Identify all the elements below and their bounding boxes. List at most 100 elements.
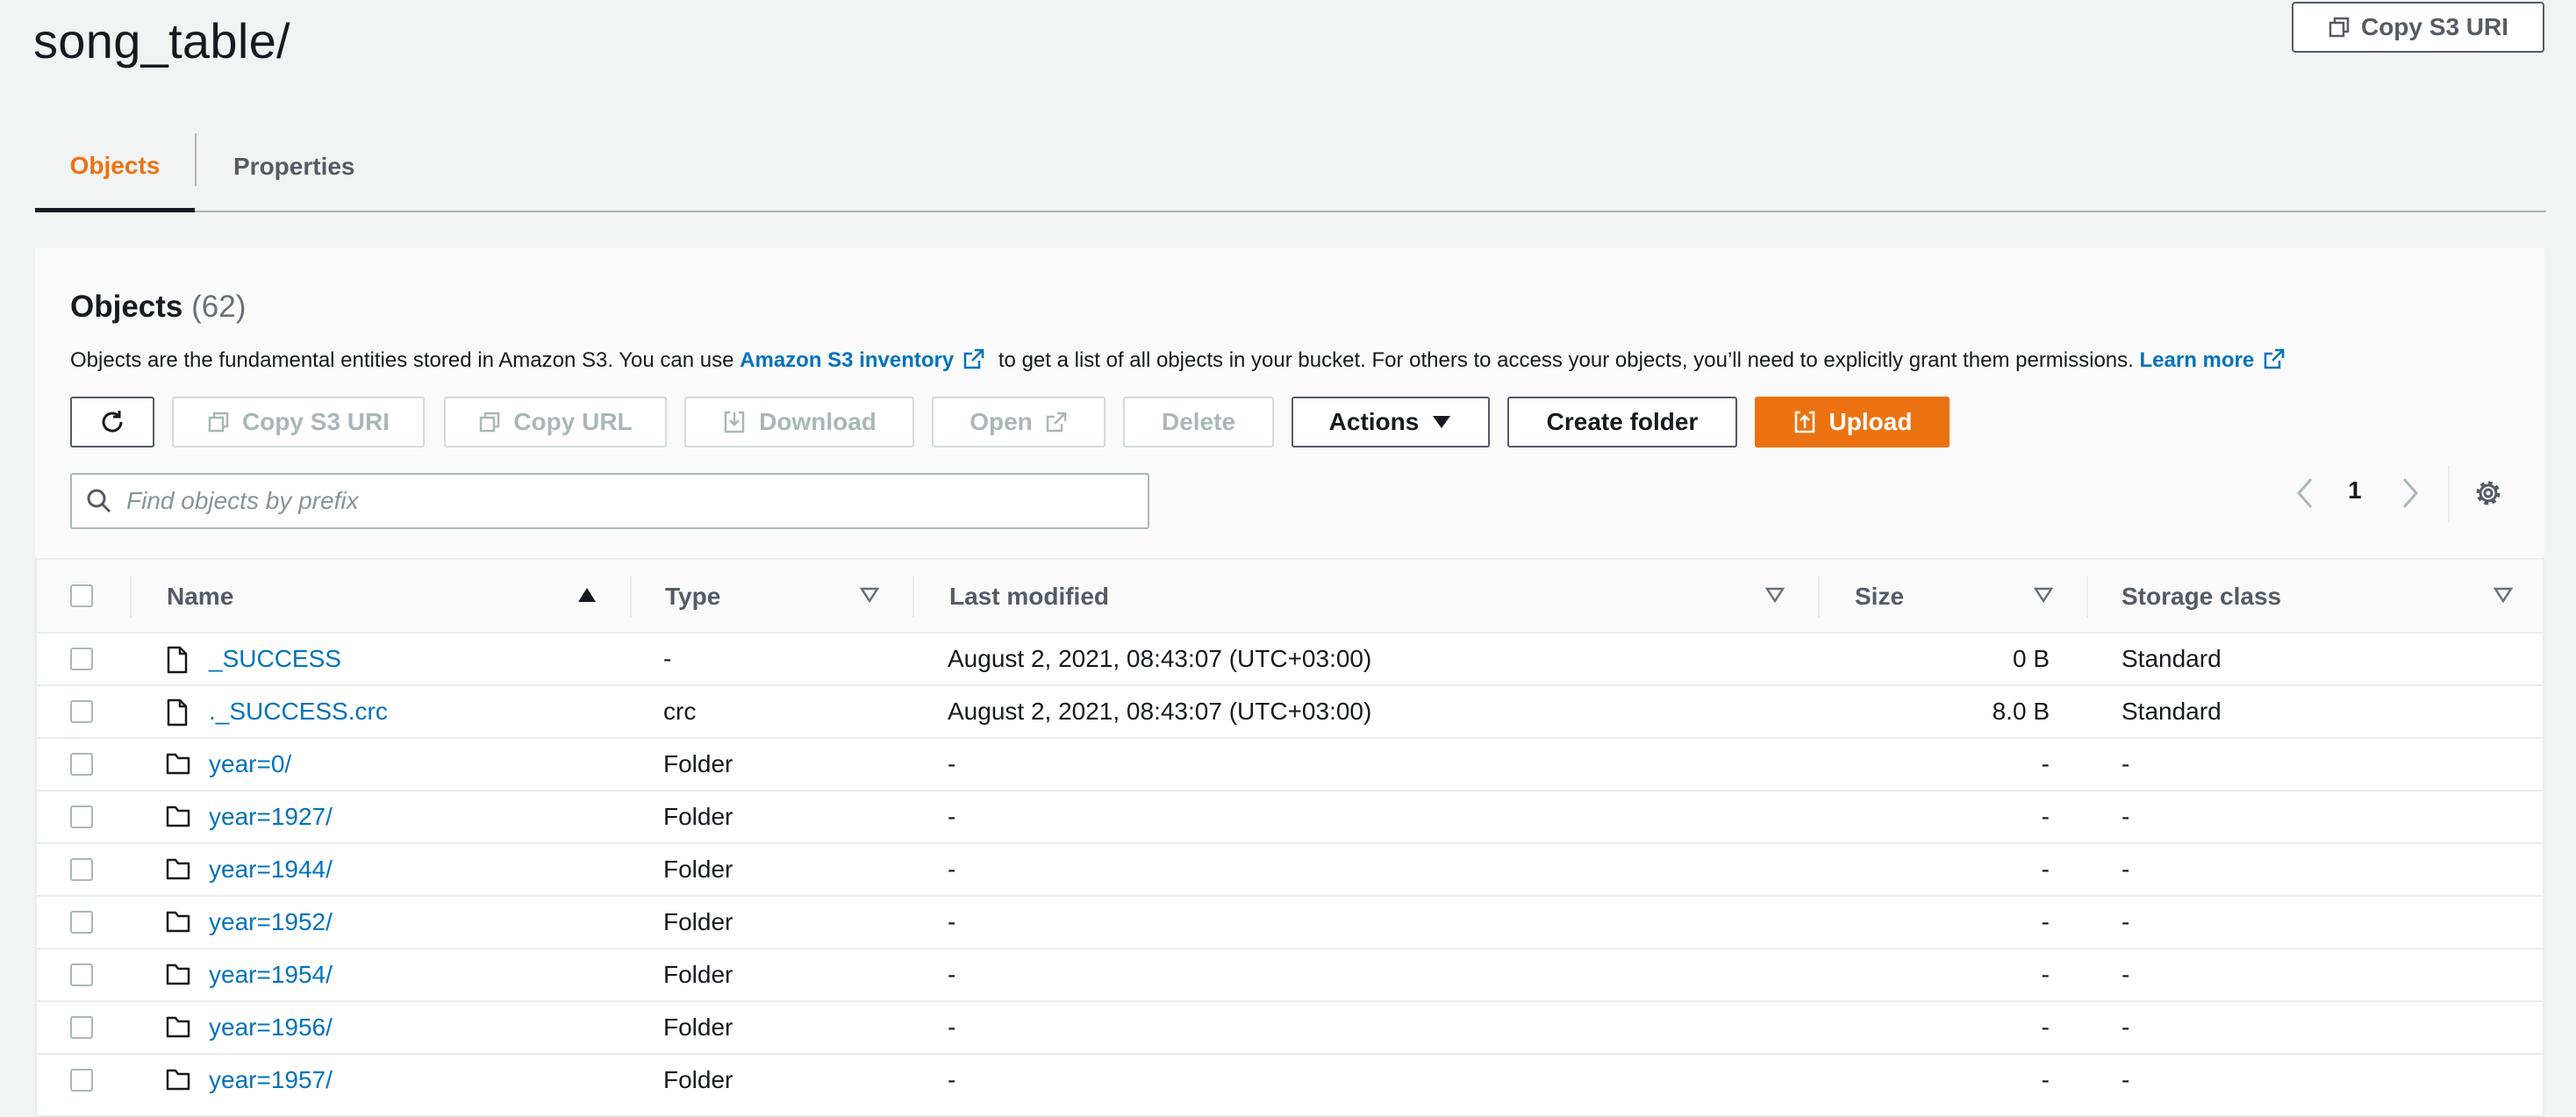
tab-properties-label: Properties — [233, 153, 355, 180]
search-input[interactable] — [125, 486, 1093, 516]
download-button[interactable]: Download — [684, 397, 914, 448]
column-header-storage-class[interactable]: Storage class — [2122, 560, 2281, 634]
delete-button[interactable]: Delete — [1123, 397, 1274, 448]
open-button[interactable]: Open — [932, 397, 1106, 448]
row-checkbox[interactable] — [70, 963, 93, 986]
object-size: - — [2041, 856, 2050, 883]
object-name-link[interactable]: year=1927/ — [209, 791, 333, 842]
object-last-modified: - — [948, 750, 956, 777]
chevron-right-icon[interactable] — [2395, 476, 2425, 511]
object-size: - — [2041, 908, 2050, 935]
row-checkbox[interactable] — [70, 806, 93, 828]
gear-icon[interactable] — [2472, 477, 2504, 509]
select-all-checkbox[interactable] — [70, 584, 93, 607]
table-row[interactable]: year=1957/ Folder - - - — [37, 1055, 2543, 1107]
object-last-modified: August 2, 2021, 08:43:07 (UTC+03:00) — [948, 645, 1372, 672]
object-storage-class: - — [2122, 750, 2130, 777]
table-row[interactable]: year=1956/ Folder - - - — [37, 1002, 2543, 1055]
folder-icon — [166, 1016, 190, 1038]
row-checkbox[interactable] — [70, 753, 93, 776]
upload-label: Upload — [1828, 408, 1913, 435]
object-type: Folder — [663, 1013, 733, 1041]
object-storage-class: - — [2122, 856, 2130, 883]
upload-button[interactable]: Upload — [1755, 397, 1950, 448]
file-icon — [167, 646, 188, 674]
object-name-link[interactable]: _SUCCESS — [209, 634, 341, 684]
object-storage-class: Standard — [2122, 698, 2222, 725]
row-checkbox[interactable] — [70, 648, 93, 670]
page-number[interactable]: 1 — [2348, 476, 2362, 505]
sort-ascending-icon[interactable] — [577, 586, 597, 604]
objects-heading: Objects (62) — [70, 290, 246, 325]
sort-icon[interactable] — [860, 586, 879, 604]
row-checkbox[interactable] — [70, 1016, 93, 1039]
folder-icon — [166, 963, 190, 985]
object-type: Folder — [663, 803, 733, 830]
object-type: Folder — [663, 961, 733, 988]
refresh-icon — [102, 411, 123, 433]
refresh-button[interactable] — [70, 397, 154, 448]
object-size: - — [2041, 750, 2050, 777]
object-storage-class: - — [2122, 908, 2130, 935]
chevron-left-icon[interactable] — [2290, 476, 2320, 511]
objects-heading-label: Objects — [70, 290, 183, 324]
row-checkbox[interactable] — [70, 1069, 93, 1092]
object-name-link[interactable]: year=1956/ — [209, 1002, 333, 1053]
object-name-link[interactable]: year=1954/ — [209, 949, 333, 1000]
description-text-2: to get a list of all objects in your buc… — [992, 348, 2140, 372]
tab-divider — [195, 133, 197, 186]
column-type-label: Type — [665, 583, 721, 610]
object-storage-class: - — [2122, 961, 2130, 988]
search-icon — [87, 489, 111, 513]
delete-label: Delete — [1161, 408, 1236, 435]
external-link-icon — [1046, 412, 1067, 433]
copy-s3-uri-label: Copy S3 URI — [241, 408, 390, 435]
column-header-last-modified[interactable]: Last modified — [949, 560, 1109, 634]
table-row[interactable]: year=1927/ Folder - - - — [37, 791, 2543, 844]
open-label: Open — [970, 408, 1033, 435]
object-name-link[interactable]: year=1944/ — [209, 844, 333, 895]
objects-count: (62) — [191, 290, 247, 324]
sort-icon[interactable] — [2494, 586, 2513, 604]
actions-dropdown[interactable]: Actions — [1292, 397, 1490, 448]
object-size: - — [2041, 1013, 2050, 1041]
s3-inventory-link[interactable]: Amazon S3 inventory — [740, 348, 954, 372]
table-row[interactable]: year=1954/ Folder - - - — [37, 949, 2543, 1002]
object-type: Folder — [663, 908, 733, 935]
object-name-link[interactable]: year=1952/ — [209, 897, 333, 948]
column-header-size[interactable]: Size — [1855, 560, 1904, 634]
copy-s3-uri-header-button[interactable]: Copy S3 URI — [2292, 2, 2544, 53]
table-row[interactable]: year=1952/ Folder - - - — [37, 897, 2543, 949]
object-last-modified: - — [948, 1013, 956, 1041]
tab-objects[interactable]: Objects — [35, 123, 195, 212]
object-storage-class: - — [2122, 1066, 2130, 1093]
description-text-1: Objects are the fundamental entities sto… — [70, 348, 741, 372]
row-checkbox[interactable] — [70, 911, 93, 934]
column-header-name[interactable]: Name — [167, 560, 233, 634]
object-last-modified: - — [948, 961, 956, 988]
table-row[interactable]: _SUCCESS - August 2, 2021, 08:43:07 (UTC… — [37, 634, 2543, 686]
copy-url-button[interactable]: Copy URL — [444, 397, 667, 448]
folder-icon — [166, 858, 190, 880]
tab-bar: Objects Properties — [35, 123, 2546, 212]
table-row[interactable]: year=1944/ Folder - - - — [37, 844, 2543, 897]
table-row[interactable]: year=0/ Folder - - - — [37, 739, 2543, 791]
column-last-modified-label: Last modified — [949, 583, 1110, 610]
object-name-link[interactable]: ._SUCCESS.crc — [209, 686, 388, 737]
object-name-link[interactable]: year=0/ — [209, 739, 291, 790]
object-last-modified: - — [948, 1066, 956, 1093]
column-header-type[interactable]: Type — [665, 560, 720, 634]
row-checkbox[interactable] — [70, 700, 93, 723]
column-name-label: Name — [167, 583, 234, 610]
create-folder-button[interactable]: Create folder — [1507, 397, 1737, 448]
upload-icon — [1794, 411, 1814, 433]
object-name-link[interactable]: year=1957/ — [209, 1055, 333, 1106]
sort-icon[interactable] — [1765, 586, 1785, 604]
table-row[interactable]: ._SUCCESS.crc crc August 2, 2021, 08:43:… — [37, 686, 2543, 739]
sort-icon[interactable] — [2034, 586, 2053, 604]
folder-icon — [166, 753, 190, 775]
row-checkbox[interactable] — [70, 858, 93, 881]
tab-properties[interactable]: Properties — [233, 123, 355, 211]
copy-s3-uri-button[interactable]: Copy S3 URI — [172, 397, 425, 448]
learn-more-link[interactable]: Learn more — [2140, 348, 2255, 372]
